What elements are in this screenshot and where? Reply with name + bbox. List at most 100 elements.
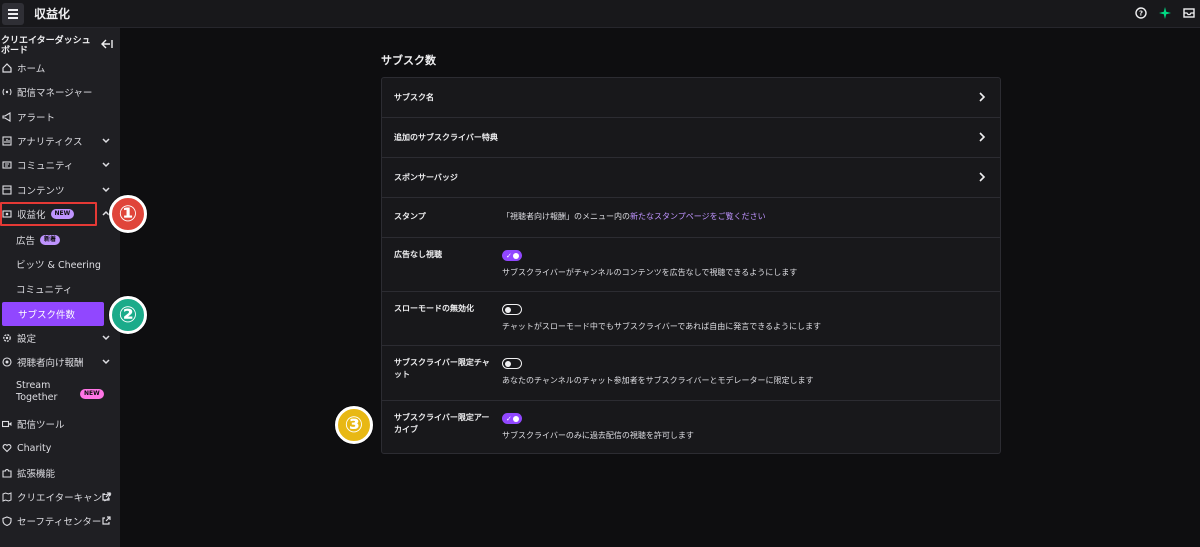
ad-free-toggle[interactable]: ✓ bbox=[502, 250, 522, 261]
sidebar-item-viewer-rewards[interactable]: 視聴者向け報酬 bbox=[0, 352, 120, 372]
sidebar-item-community[interactable]: コミュニティ bbox=[0, 155, 120, 175]
gear-icon bbox=[2, 333, 12, 343]
sidebar-header-label: クリエイターダッシュボード bbox=[1, 36, 91, 56]
hamburger-menu-button[interactable] bbox=[2, 2, 24, 25]
sub-only-vods-toggle[interactable]: ✓ bbox=[502, 413, 522, 424]
puzzle-icon bbox=[2, 468, 12, 478]
chevron-down-icon bbox=[102, 162, 110, 168]
sidebar-item-bits[interactable]: ビッツ & Cheering bbox=[0, 254, 120, 274]
sidebar-item-stream-manager[interactable]: 配信マネージャー bbox=[0, 82, 120, 102]
step-marker-1: ① bbox=[109, 195, 147, 233]
sidebar-item-label: ビッツ & Cheering bbox=[16, 260, 101, 271]
sidebar-item-alerts[interactable]: アラート bbox=[0, 107, 120, 127]
chevron-down-icon bbox=[102, 359, 110, 365]
sidebar-item-stream-together[interactable]: Stream Together NEW bbox=[0, 380, 120, 406]
new-badge: NEW bbox=[80, 389, 104, 399]
chevron-down-icon bbox=[102, 187, 110, 193]
sidebar-header: クリエイターダッシュボード bbox=[0, 34, 120, 56]
analytics-icon bbox=[2, 136, 12, 146]
sub-only-chat-toggle[interactable] bbox=[502, 358, 522, 369]
sidebar-item-label: 設定 bbox=[17, 334, 37, 345]
sidebar-item-subscriptions[interactable]: サブスク件数 bbox=[2, 302, 104, 326]
sidebar-item-label: 配信マネージャー bbox=[17, 88, 93, 99]
community-icon bbox=[2, 160, 12, 170]
row-description: チャットがスローモード中でもサブスクライバーであれば自由に発言できるようにします bbox=[502, 322, 822, 331]
chevron-right-icon[interactable] bbox=[978, 172, 986, 182]
row-label: スポンサーバッジ bbox=[394, 173, 458, 182]
row-description: あなたのチャンネルのチャット参加者をサブスクライバーとモデレーターに限定します bbox=[502, 376, 814, 385]
sidebar-item-ads[interactable]: 広告 新着 bbox=[0, 230, 120, 250]
row-label: スタンプ bbox=[394, 212, 426, 221]
sidebar-item-label: コミュニティ bbox=[17, 161, 74, 172]
row-label: サブスクライバー限定アーカイブ bbox=[394, 413, 490, 434]
sidebar-item-label: アナリティクス bbox=[17, 137, 83, 148]
sidebar-item-label: Stream Together bbox=[16, 380, 58, 403]
external-link-icon bbox=[102, 516, 111, 525]
top-icons: ? bbox=[1134, 6, 1196, 20]
sidebar-item-safety-center[interactable]: セーフティセンター bbox=[0, 511, 120, 531]
row-label: 広告なし視聴 bbox=[394, 250, 442, 259]
shield-icon bbox=[2, 516, 12, 526]
settings-row-emotes: スタンプ 「視聴者向け報酬」のメニュー内の新たなスタンプページをご覧ください bbox=[382, 198, 1000, 238]
sidebar-item-extensions[interactable]: 拡張機能 bbox=[0, 463, 120, 483]
sidebar-item-label: Charity bbox=[17, 442, 52, 454]
chevron-right-icon[interactable] bbox=[978, 132, 986, 142]
sidebar-item-analytics[interactable]: アナリティクス bbox=[0, 131, 120, 151]
row-label: サブスクライバー限定チャット bbox=[394, 358, 490, 379]
sidebar-item-creator-camp[interactable]: クリエイターキャンプ bbox=[0, 487, 120, 507]
sidebar-item-label: ホーム bbox=[17, 64, 46, 75]
megaphone-icon bbox=[2, 112, 12, 122]
row-label: 追加のサブスクライバー特典 bbox=[394, 133, 498, 142]
content-icon bbox=[2, 185, 12, 195]
section-title: サブスク数 bbox=[381, 54, 436, 67]
home-icon bbox=[2, 63, 12, 73]
help-icon[interactable]: ? bbox=[1134, 6, 1148, 20]
top-bar: 収益化 ? bbox=[0, 0, 1200, 28]
settings-row-sub-only-chat: サブスクライバー限定チャット あなたのチャンネルのチャット参加者をサブスクライバ… bbox=[382, 346, 1000, 401]
rewards-icon bbox=[2, 357, 12, 367]
row-description: サブスクライバーのみに過去配信の視聴を許可します bbox=[502, 431, 694, 440]
new-badge: 新着 bbox=[40, 235, 61, 245]
sidebar-item-label: 配信ツール bbox=[17, 420, 65, 431]
check-icon: ✓ bbox=[506, 415, 512, 423]
slow-mode-toggle[interactable] bbox=[502, 304, 522, 315]
sidebar-item-community-sub[interactable]: コミュニティ bbox=[0, 279, 120, 299]
sidebar-item-settings[interactable]: 設定 bbox=[0, 328, 120, 348]
chevron-down-icon bbox=[102, 138, 110, 144]
settings-row-ad-free: 広告なし視聴 ✓ サブスクライバーがチャンネルのコンテンツを広告なしで視聴できる… bbox=[382, 238, 1000, 292]
step-marker-3: ③ bbox=[335, 406, 373, 444]
settings-row-sub-name[interactable]: サブスク名 bbox=[382, 78, 1000, 118]
sidebar-item-label: コンテンツ bbox=[17, 186, 65, 197]
sidebar-item-label: クリエイターキャンプ bbox=[17, 493, 112, 504]
inbox-icon[interactable] bbox=[1182, 6, 1196, 20]
settings-row-sub-only-vods: サブスクライバー限定アーカイブ ✓ サブスクライバーのみに過去配信の視聴を許可し… bbox=[382, 401, 1000, 454]
emotes-page-link[interactable]: 新たなスタンプページをご覧ください bbox=[630, 212, 766, 221]
sidebar-item-content[interactable]: コンテンツ bbox=[0, 180, 120, 200]
row-label: スローモードの無効化 bbox=[394, 304, 474, 313]
sidebar-item-charity[interactable]: Charity bbox=[0, 438, 120, 458]
settings-row-slow-mode: スローモードの無効化 チャットがスローモード中でもサブスクライバーであれば自由に… bbox=[382, 292, 1000, 346]
chevron-down-icon bbox=[102, 335, 110, 341]
sidebar-item-label: 広告 bbox=[16, 236, 36, 247]
step-marker-2: ② bbox=[109, 296, 147, 334]
check-icon: ✓ bbox=[506, 252, 512, 260]
sparkle-icon[interactable] bbox=[1158, 6, 1172, 20]
highlight-box bbox=[0, 202, 97, 226]
emotes-info-text: 「視聴者向け報酬」のメニュー内の bbox=[502, 212, 630, 221]
sidebar-item-label: 視聴者向け報酬 bbox=[17, 358, 84, 369]
settings-row-benefits[interactable]: 追加のサブスクライバー特典 bbox=[382, 118, 1000, 158]
sidebar-item-label: アラート bbox=[17, 113, 56, 124]
settings-row-badges[interactable]: スポンサーバッジ bbox=[382, 158, 1000, 198]
sidebar-item-label: 拡張機能 bbox=[17, 469, 56, 480]
emotes-info: 「視聴者向け報酬」のメニュー内の新たなスタンプページをご覧ください bbox=[502, 211, 766, 222]
row-label: サブスク名 bbox=[394, 93, 434, 102]
camera-icon bbox=[2, 419, 12, 429]
sidebar-item-home[interactable]: ホーム bbox=[0, 58, 120, 78]
chevron-right-icon[interactable] bbox=[978, 92, 986, 102]
sidebar-item-label: セーフティセンター bbox=[17, 517, 102, 528]
map-icon bbox=[2, 492, 12, 502]
sidebar-item-stream-tools[interactable]: 配信ツール bbox=[0, 414, 120, 434]
sidebar-item-label: コミュニティ bbox=[16, 285, 73, 296]
external-link-icon bbox=[102, 492, 111, 501]
collapse-sidebar-icon[interactable] bbox=[101, 39, 113, 49]
